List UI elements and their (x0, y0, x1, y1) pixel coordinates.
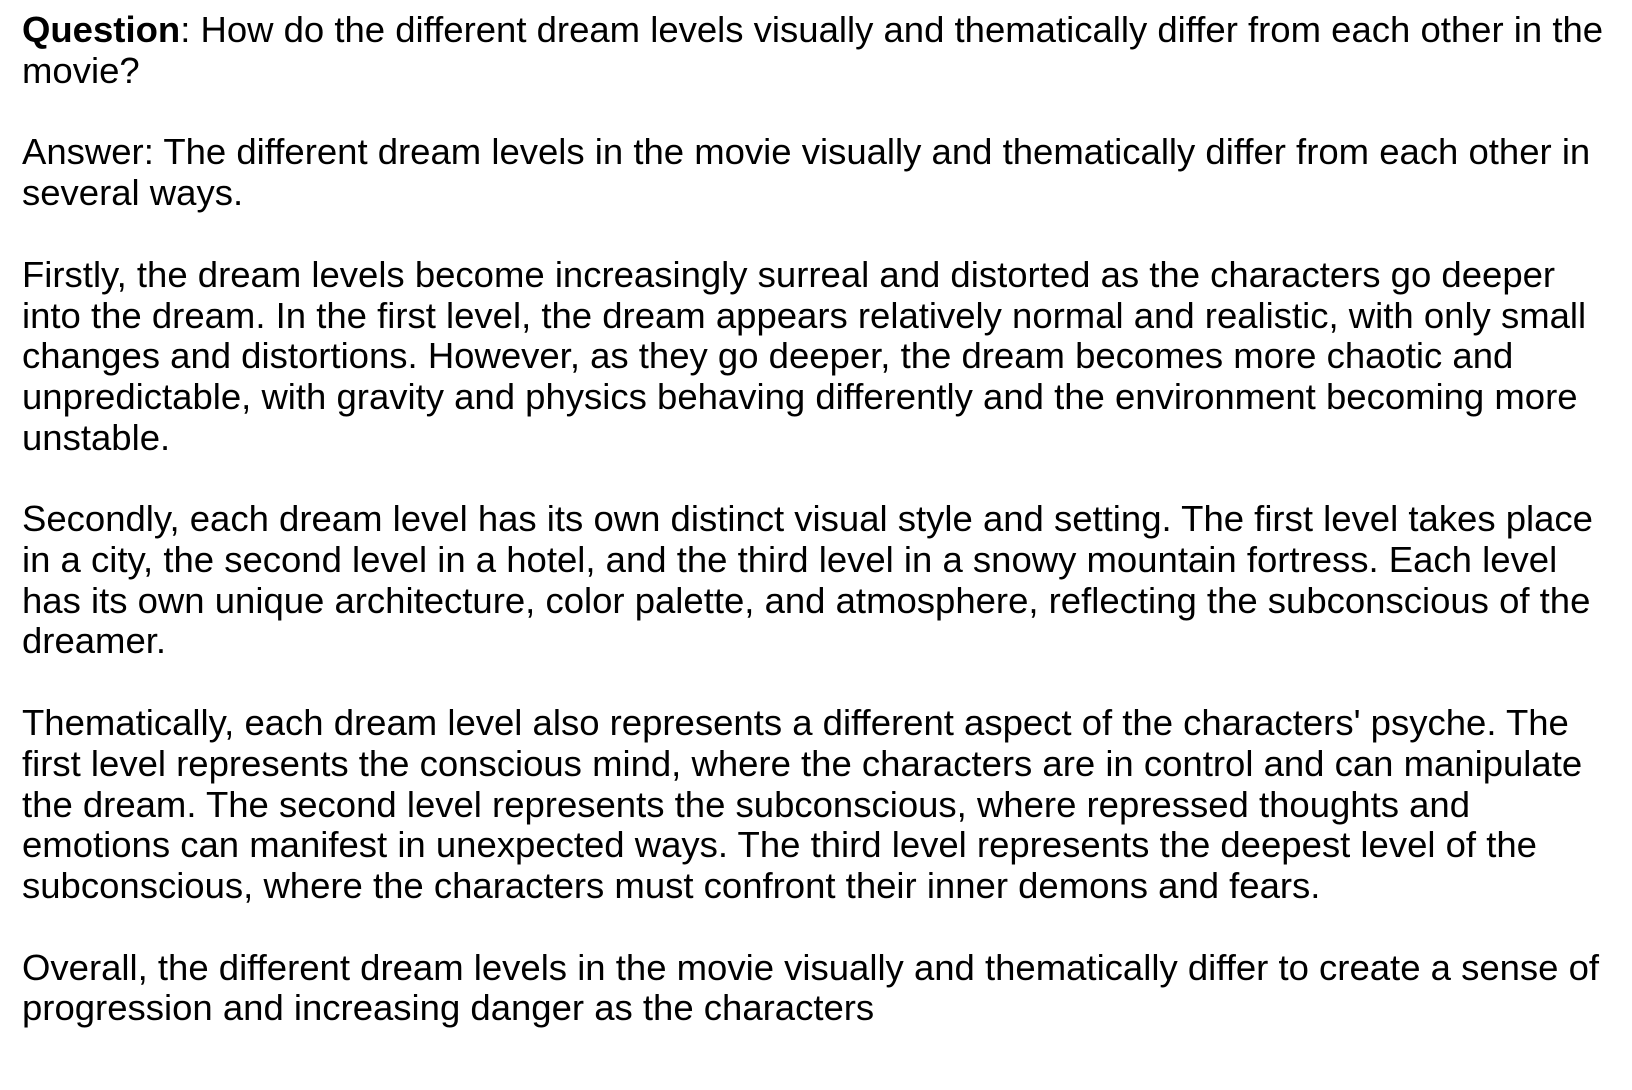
document-body: Question: How do the different dream lev… (22, 9, 1612, 1070)
answer-paragraph-1: Firstly, the dream levels become increas… (22, 253, 1587, 458)
answer-paragraph-4: Overall, the different dream levels in t… (22, 946, 1600, 1029)
question-paragraph: Question: How do the different dream lev… (22, 9, 1612, 91)
answer-paragraph-3: Thematically, each dream level also repr… (22, 702, 1583, 906)
answer-paragraph-2: Secondly, each dream level has its own d… (22, 498, 1593, 662)
answer-intro-paragraph: Answer: The different dream levels in th… (22, 131, 1591, 214)
question-label: Question (22, 9, 181, 50)
question-text: : How do the different dream levels visu… (22, 9, 1604, 91)
